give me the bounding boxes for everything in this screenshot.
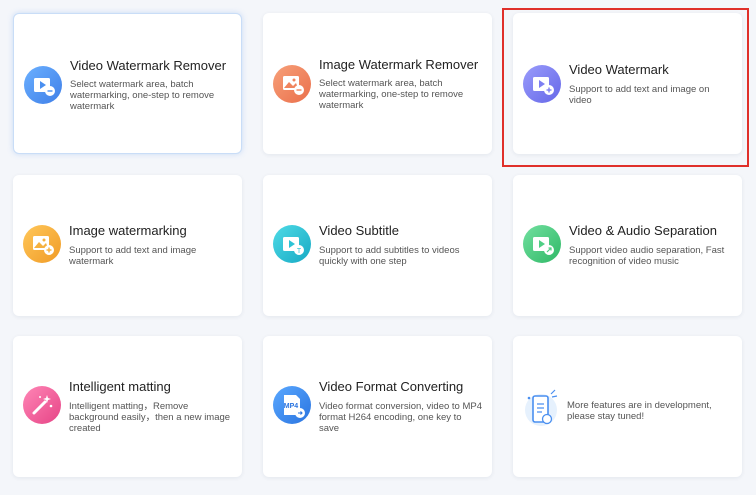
development-notice: More features are in development, please… [567, 400, 712, 422]
card-description: Intelligent matting，Remove background ea… [69, 401, 231, 434]
card-title: Video Watermark Remover [70, 58, 227, 73]
card-title: Intelligent matting [69, 379, 171, 394]
in-development-icon [521, 386, 561, 430]
card-description: Support to add text and image watermark [69, 245, 197, 267]
card-title: Video Format Converting [319, 379, 464, 394]
video-audio-separation-icon [523, 225, 561, 263]
video-watermark-remover-icon [24, 66, 62, 104]
card-image-watermarking[interactable]: Image watermarking Support to add text a… [13, 175, 242, 316]
image-watermark-remover-icon [273, 65, 311, 103]
svg-text:T: T [297, 248, 302, 255]
mp4-badge: MP4 [284, 403, 299, 410]
card-title: Image watermarking [69, 223, 187, 238]
card-image-watermark-remover[interactable]: Image Watermark Remover Select watermark… [263, 13, 492, 154]
card-video-watermark-remover[interactable]: Video Watermark Remover Select watermark… [13, 13, 242, 154]
video-subtitle-icon: T [273, 225, 311, 263]
card-video-format-converting[interactable]: MP4 Video Format Converting Video format… [263, 336, 492, 477]
card-intelligent-matting[interactable]: Intelligent matting Intelligent matting，… [13, 336, 242, 477]
card-description: Select watermark area, batch watermarkin… [70, 79, 215, 112]
card-description: Select watermark area, batch watermarkin… [319, 78, 464, 111]
video-format-converting-icon: MP4 [273, 386, 311, 424]
intelligent-matting-icon [23, 386, 61, 424]
card-video-subtitle[interactable]: T Video Subtitle Support to add subtitle… [263, 175, 492, 316]
card-title: Video & Audio Separation [569, 223, 717, 238]
card-description: Support to add subtitles to videos quick… [319, 245, 460, 267]
card-more-features: More features are in development, please… [513, 336, 742, 477]
image-watermarking-icon [23, 225, 61, 263]
card-description: Support video audio separation, Fast rec… [569, 245, 725, 267]
card-title: Video Subtitle [319, 223, 399, 238]
selection-highlight [502, 8, 749, 167]
card-title: Image Watermark Remover [319, 57, 479, 72]
card-video-audio-separation[interactable]: Video & Audio Separation Support video a… [513, 175, 742, 316]
card-description: Video format conversion, video to MP4 fo… [319, 401, 482, 434]
